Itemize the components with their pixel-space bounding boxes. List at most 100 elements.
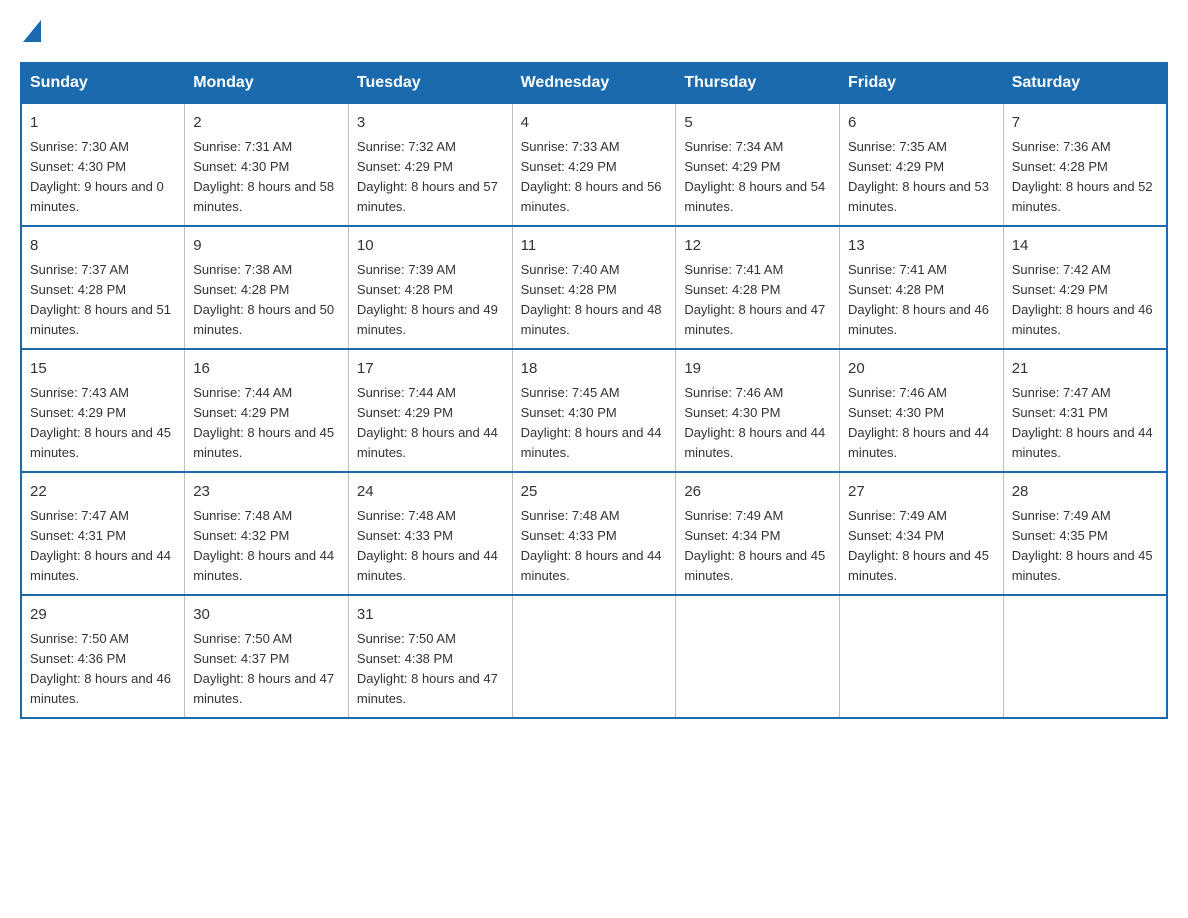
calendar-cell: 22 Sunrise: 7:47 AMSunset: 4:31 PMDaylig… [21, 472, 185, 595]
calendar-cell [840, 595, 1004, 718]
day-number: 27 [848, 481, 995, 504]
day-number: 11 [521, 235, 668, 258]
day-number: 24 [357, 481, 504, 504]
day-info: Sunrise: 7:49 AMSunset: 4:35 PMDaylight:… [1012, 508, 1153, 583]
day-number: 14 [1012, 235, 1158, 258]
day-number: 13 [848, 235, 995, 258]
day-number: 8 [30, 235, 176, 258]
calendar-cell: 11 Sunrise: 7:40 AMSunset: 4:28 PMDaylig… [512, 226, 676, 349]
calendar-cell: 5 Sunrise: 7:34 AMSunset: 4:29 PMDayligh… [676, 103, 840, 226]
day-number: 2 [193, 112, 340, 135]
calendar-cell: 28 Sunrise: 7:49 AMSunset: 4:35 PMDaylig… [1003, 472, 1167, 595]
calendar-cell [676, 595, 840, 718]
day-number: 19 [684, 358, 831, 381]
day-info: Sunrise: 7:50 AMSunset: 4:38 PMDaylight:… [357, 631, 498, 706]
calendar-cell: 10 Sunrise: 7:39 AMSunset: 4:28 PMDaylig… [348, 226, 512, 349]
day-number: 26 [684, 481, 831, 504]
header-tuesday: Tuesday [348, 63, 512, 103]
logo-icon-box [20, 20, 41, 42]
day-number: 16 [193, 358, 340, 381]
day-number: 17 [357, 358, 504, 381]
day-info: Sunrise: 7:40 AMSunset: 4:28 PMDaylight:… [521, 262, 662, 337]
day-number: 25 [521, 481, 668, 504]
day-number: 22 [30, 481, 176, 504]
day-info: Sunrise: 7:48 AMSunset: 4:33 PMDaylight:… [357, 508, 498, 583]
day-info: Sunrise: 7:50 AMSunset: 4:37 PMDaylight:… [193, 631, 334, 706]
header-thursday: Thursday [676, 63, 840, 103]
day-number: 10 [357, 235, 504, 258]
calendar-cell: 2 Sunrise: 7:31 AMSunset: 4:30 PMDayligh… [185, 103, 349, 226]
day-number: 20 [848, 358, 995, 381]
week-row-1: 1 Sunrise: 7:30 AMSunset: 4:30 PMDayligh… [21, 103, 1167, 226]
day-info: Sunrise: 7:49 AMSunset: 4:34 PMDaylight:… [848, 508, 989, 583]
day-info: Sunrise: 7:30 AMSunset: 4:30 PMDaylight:… [30, 139, 164, 214]
calendar-cell: 12 Sunrise: 7:41 AMSunset: 4:28 PMDaylig… [676, 226, 840, 349]
calendar-cell: 9 Sunrise: 7:38 AMSunset: 4:28 PMDayligh… [185, 226, 349, 349]
calendar-cell: 19 Sunrise: 7:46 AMSunset: 4:30 PMDaylig… [676, 349, 840, 472]
day-info: Sunrise: 7:46 AMSunset: 4:30 PMDaylight:… [684, 385, 825, 460]
calendar-cell: 17 Sunrise: 7:44 AMSunset: 4:29 PMDaylig… [348, 349, 512, 472]
day-info: Sunrise: 7:35 AMSunset: 4:29 PMDaylight:… [848, 139, 989, 214]
day-number: 30 [193, 604, 340, 627]
day-info: Sunrise: 7:44 AMSunset: 4:29 PMDaylight:… [193, 385, 334, 460]
logo-triangle-icon [23, 20, 41, 42]
day-number: 9 [193, 235, 340, 258]
calendar-cell: 23 Sunrise: 7:48 AMSunset: 4:32 PMDaylig… [185, 472, 349, 595]
day-info: Sunrise: 7:42 AMSunset: 4:29 PMDaylight:… [1012, 262, 1153, 337]
day-number: 29 [30, 604, 176, 627]
calendar-cell: 31 Sunrise: 7:50 AMSunset: 4:38 PMDaylig… [348, 595, 512, 718]
calendar-cell: 16 Sunrise: 7:44 AMSunset: 4:29 PMDaylig… [185, 349, 349, 472]
day-info: Sunrise: 7:46 AMSunset: 4:30 PMDaylight:… [848, 385, 989, 460]
calendar-cell: 20 Sunrise: 7:46 AMSunset: 4:30 PMDaylig… [840, 349, 1004, 472]
calendar-cell [512, 595, 676, 718]
day-info: Sunrise: 7:34 AMSunset: 4:29 PMDaylight:… [684, 139, 825, 214]
day-number: 12 [684, 235, 831, 258]
week-row-3: 15 Sunrise: 7:43 AMSunset: 4:29 PMDaylig… [21, 349, 1167, 472]
calendar-cell: 3 Sunrise: 7:32 AMSunset: 4:29 PMDayligh… [348, 103, 512, 226]
day-info: Sunrise: 7:41 AMSunset: 4:28 PMDaylight:… [684, 262, 825, 337]
header-friday: Friday [840, 63, 1004, 103]
day-info: Sunrise: 7:47 AMSunset: 4:31 PMDaylight:… [1012, 385, 1153, 460]
calendar-cell [1003, 595, 1167, 718]
day-info: Sunrise: 7:31 AMSunset: 4:30 PMDaylight:… [193, 139, 334, 214]
calendar-cell: 4 Sunrise: 7:33 AMSunset: 4:29 PMDayligh… [512, 103, 676, 226]
day-number: 1 [30, 112, 176, 135]
calendar-cell: 1 Sunrise: 7:30 AMSunset: 4:30 PMDayligh… [21, 103, 185, 226]
calendar-cell: 26 Sunrise: 7:49 AMSunset: 4:34 PMDaylig… [676, 472, 840, 595]
header-monday: Monday [185, 63, 349, 103]
day-number: 5 [684, 112, 831, 135]
calendar-cell: 14 Sunrise: 7:42 AMSunset: 4:29 PMDaylig… [1003, 226, 1167, 349]
header-saturday: Saturday [1003, 63, 1167, 103]
day-info: Sunrise: 7:49 AMSunset: 4:34 PMDaylight:… [684, 508, 825, 583]
day-info: Sunrise: 7:48 AMSunset: 4:33 PMDaylight:… [521, 508, 662, 583]
day-info: Sunrise: 7:45 AMSunset: 4:30 PMDaylight:… [521, 385, 662, 460]
calendar-cell: 18 Sunrise: 7:45 AMSunset: 4:30 PMDaylig… [512, 349, 676, 472]
day-info: Sunrise: 7:39 AMSunset: 4:28 PMDaylight:… [357, 262, 498, 337]
day-info: Sunrise: 7:41 AMSunset: 4:28 PMDaylight:… [848, 262, 989, 337]
header-sunday: Sunday [21, 63, 185, 103]
day-number: 3 [357, 112, 504, 135]
day-info: Sunrise: 7:38 AMSunset: 4:28 PMDaylight:… [193, 262, 334, 337]
day-number: 7 [1012, 112, 1158, 135]
day-info: Sunrise: 7:37 AMSunset: 4:28 PMDaylight:… [30, 262, 171, 337]
week-row-4: 22 Sunrise: 7:47 AMSunset: 4:31 PMDaylig… [21, 472, 1167, 595]
calendar-cell: 13 Sunrise: 7:41 AMSunset: 4:28 PMDaylig… [840, 226, 1004, 349]
calendar-cell: 29 Sunrise: 7:50 AMSunset: 4:36 PMDaylig… [21, 595, 185, 718]
week-row-2: 8 Sunrise: 7:37 AMSunset: 4:28 PMDayligh… [21, 226, 1167, 349]
calendar-header-row: SundayMondayTuesdayWednesdayThursdayFrid… [21, 63, 1167, 103]
day-number: 4 [521, 112, 668, 135]
calendar-cell: 24 Sunrise: 7:48 AMSunset: 4:33 PMDaylig… [348, 472, 512, 595]
day-number: 23 [193, 481, 340, 504]
day-info: Sunrise: 7:47 AMSunset: 4:31 PMDaylight:… [30, 508, 171, 583]
calendar-cell: 15 Sunrise: 7:43 AMSunset: 4:29 PMDaylig… [21, 349, 185, 472]
day-number: 31 [357, 604, 504, 627]
calendar-cell: 7 Sunrise: 7:36 AMSunset: 4:28 PMDayligh… [1003, 103, 1167, 226]
header-wednesday: Wednesday [512, 63, 676, 103]
day-number: 28 [1012, 481, 1158, 504]
week-row-5: 29 Sunrise: 7:50 AMSunset: 4:36 PMDaylig… [21, 595, 1167, 718]
calendar-table: SundayMondayTuesdayWednesdayThursdayFrid… [20, 62, 1168, 719]
day-number: 18 [521, 358, 668, 381]
calendar-cell: 27 Sunrise: 7:49 AMSunset: 4:34 PMDaylig… [840, 472, 1004, 595]
page-header [20, 20, 1168, 42]
day-number: 21 [1012, 358, 1158, 381]
